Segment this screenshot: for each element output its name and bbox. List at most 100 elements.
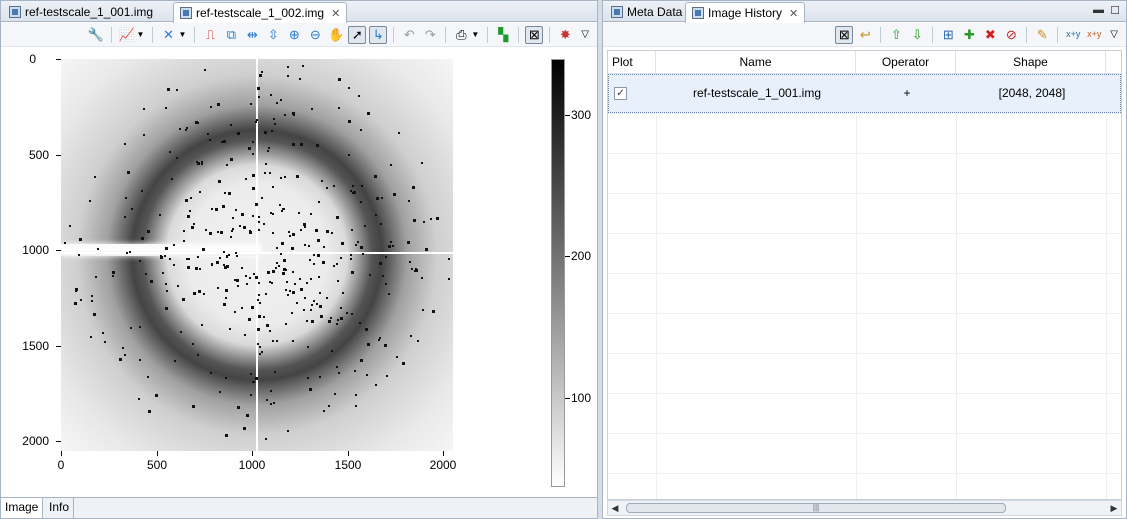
scroll-right-icon[interactable]: ▶ (1107, 501, 1121, 515)
clear-icon[interactable]: ⊘ (1002, 26, 1020, 44)
horizontal-zoom-icon[interactable]: ⇹ (243, 26, 261, 44)
diffraction-spot (295, 302, 298, 304)
function-subtract-icon[interactable]: x+y (1085, 26, 1103, 44)
column-header-operator[interactable]: Operator (856, 51, 956, 74)
colorbar-tick (565, 115, 570, 116)
diffraction-mode-icon[interactable]: ⊠ (525, 25, 544, 44)
diffraction-spot (255, 376, 259, 380)
tab-ref-testscale-001[interactable]: ref-testscale_1_001.img (3, 2, 159, 22)
diffraction-spot (319, 376, 322, 379)
box-zoom-icon[interactable]: ⧉ (222, 26, 240, 44)
diffraction-spot (169, 150, 172, 153)
table-row[interactable]: ✓ ref-testscale_1_001.img + [2048, 2048] (608, 74, 1121, 113)
print-icon[interactable]: ⎙ (452, 26, 470, 44)
diffraction-spot (316, 239, 320, 243)
delete-icon[interactable]: ✖ (981, 26, 999, 44)
diffraction-spot (396, 355, 399, 358)
x-tick (252, 451, 253, 456)
diffraction-spot (306, 346, 309, 349)
column-header-plot[interactable]: Plot (608, 51, 656, 74)
diffraction-spot (169, 258, 172, 261)
settings-icon[interactable]: ✸ (556, 26, 574, 44)
diffraction-spot (194, 267, 198, 270)
diffraction-spot (310, 108, 313, 111)
view-menu-icon[interactable]: ▽ (1110, 29, 1118, 40)
revert-icon[interactable]: ↩ (856, 26, 874, 44)
scroll-thumb[interactable]: ||| (626, 503, 1006, 513)
tab-ref-testscale-002[interactable]: ref-testscale_1_002.img ✕ (173, 2, 348, 23)
plot-type-icon[interactable]: 📈 (118, 26, 136, 44)
horizontal-scrollbar[interactable]: ◀ ||| ▶ (607, 500, 1122, 516)
add-icon[interactable]: ✚ (960, 26, 978, 44)
image-file-icon (180, 7, 192, 19)
diffraction-spot (408, 199, 411, 202)
diffraction-spot (111, 275, 114, 278)
diffraction-spot (287, 430, 290, 432)
tab-info[interactable]: Info (45, 498, 75, 518)
maximize-icon[interactable]: ☐ (1110, 4, 1120, 17)
diffraction-spot (210, 371, 213, 374)
tools-icon[interactable]: 🔧 (87, 26, 105, 44)
close-icon[interactable]: ✕ (331, 7, 340, 20)
column-header-shape[interactable]: Shape (956, 51, 1106, 74)
row-name: ref-testscale_1_001.img (692, 86, 822, 100)
move-up-icon[interactable]: ⇧ (887, 26, 905, 44)
plot-image-icon[interactable]: ⊠ (835, 25, 854, 44)
axes-icon[interactable]: ✕ (159, 26, 177, 44)
diffraction-spot (318, 201, 321, 204)
chevron-down-icon[interactable]: ▼ (178, 30, 186, 39)
select-pointer-icon[interactable]: ➚ (348, 25, 367, 44)
color-palette-icon[interactable]: ▚ (494, 26, 512, 44)
diffraction-spot (423, 220, 426, 223)
function-add-icon[interactable]: x+y (1064, 26, 1082, 44)
diffraction-spot (225, 256, 228, 259)
diffraction-spot (283, 175, 286, 178)
undo-icon[interactable]: ↶ (400, 26, 418, 44)
histogram-icon[interactable]: ⎍ (201, 26, 219, 44)
crosshair-horizontal[interactable] (61, 252, 453, 254)
diffraction-spot (409, 261, 412, 264)
scroll-left-icon[interactable]: ◀ (608, 501, 622, 515)
image-plot[interactable]: 0 500 1000 1500 2000 0 500 1000 1500 200… (1, 48, 597, 497)
diffraction-spot (204, 228, 207, 231)
redo-icon[interactable]: ↷ (421, 26, 439, 44)
diffraction-spot (258, 294, 261, 297)
tab-image[interactable]: Image (1, 498, 44, 518)
y-tick (56, 250, 61, 251)
toolbar-separator (880, 26, 882, 43)
diffraction-spot (258, 216, 261, 219)
move-down-icon[interactable]: ⇩ (908, 26, 926, 44)
diffraction-spot (286, 65, 289, 68)
tab-meta-data[interactable]: Meta Data (605, 2, 688, 22)
chevron-down-icon[interactable]: ▼ (471, 30, 479, 39)
diffraction-spot (326, 230, 330, 234)
diffraction-image[interactable] (61, 59, 453, 451)
vertical-zoom-icon[interactable]: ⇳ (264, 26, 282, 44)
chevron-down-icon[interactable]: ▼ (137, 30, 145, 39)
diffraction-spot (90, 295, 93, 298)
diffraction-spot (386, 374, 389, 377)
pan-hand-icon[interactable]: ✋ (327, 26, 345, 44)
image-history-table: Plot Name Operator Shape ✓ ref-testscale… (607, 50, 1122, 500)
plot-checkbox[interactable]: ✓ (614, 87, 627, 100)
diffraction-spot (194, 120, 198, 124)
column-header-name[interactable]: Name (656, 51, 856, 74)
close-icon[interactable]: ✕ (789, 7, 798, 20)
add-image-icon[interactable]: ⊞ (939, 26, 957, 44)
tab-image-history[interactable]: Image History ✕ (685, 2, 806, 23)
diffraction-spot (64, 241, 67, 244)
diffraction-spot (257, 86, 261, 90)
view-menu-icon[interactable]: ▽ (581, 29, 589, 40)
image-history-pane: Meta Data Image History ✕ ▬ ☐ ⊠ ↩ ⇧ ⇩ ⊞ … (602, 0, 1127, 519)
diffraction-spot (295, 175, 299, 179)
minimize-icon[interactable]: ▬ (1093, 4, 1104, 16)
diffraction-spot (393, 192, 397, 196)
zoom-in-icon[interactable]: ⊕ (285, 26, 303, 44)
diffraction-spot (307, 244, 310, 247)
axis-origin-icon[interactable]: ↳ (369, 25, 388, 44)
diffraction-spot (263, 171, 266, 174)
diffraction-spot (311, 303, 314, 306)
row-operator[interactable]: + (857, 75, 957, 112)
edit-icon[interactable]: ✎ (1033, 26, 1051, 44)
zoom-out-icon[interactable]: ⊖ (306, 26, 324, 44)
